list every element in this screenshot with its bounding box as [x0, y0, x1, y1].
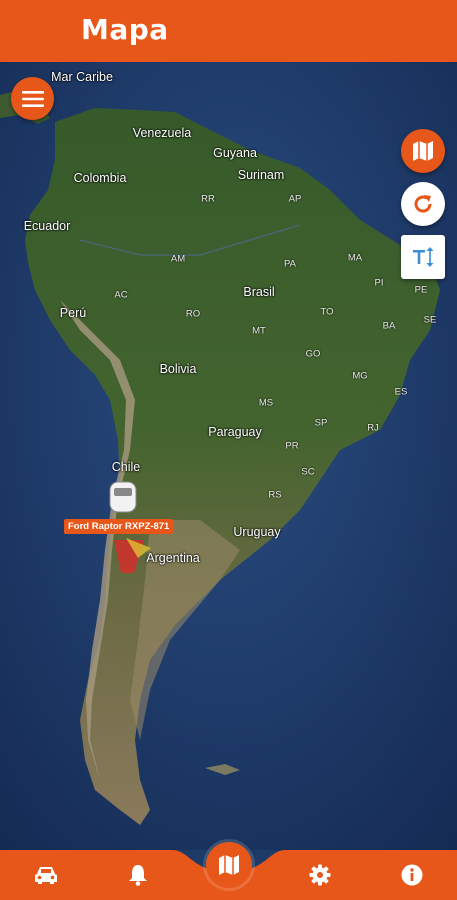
text-size-button[interactable] [401, 235, 445, 279]
text-size-icon [413, 247, 434, 267]
state-label: GO [305, 348, 321, 360]
map-icon [413, 141, 433, 161]
gear-icon [309, 864, 331, 886]
state-label: RO [185, 308, 201, 320]
state-label: ES [394, 386, 408, 398]
state-label: MA [347, 252, 363, 264]
map-layers-button[interactable] [401, 129, 445, 173]
state-label: PR [285, 440, 299, 452]
state-label: TO [320, 306, 334, 318]
nav-vehicles[interactable] [26, 850, 66, 900]
app-bar: Mapa [0, 0, 457, 62]
refresh-icon [414, 195, 432, 213]
state-label: SE [423, 314, 437, 326]
vehicle-label[interactable]: Ford Raptor RXPZ-871 [64, 519, 174, 534]
state-label: PE [414, 284, 428, 296]
nav-notifications[interactable] [118, 850, 158, 900]
state-label: AM [170, 253, 186, 265]
state-label: RR [201, 193, 215, 205]
car-icon [35, 867, 57, 884]
nav-map[interactable] [206, 842, 252, 888]
state-label: SP [314, 417, 328, 429]
menu-icon [21, 90, 44, 107]
info-icon [401, 864, 423, 886]
state-label: BA [382, 320, 396, 332]
state-label: AC [114, 289, 128, 301]
state-label: RJ [367, 422, 379, 434]
state-label: PI [374, 277, 384, 289]
menu-button[interactable] [11, 77, 54, 120]
state-labels: RRAPAMPAMACEPIACPEROTOBASEMTGOMGESMSSPRJ… [0, 62, 457, 850]
state-label: MG [352, 370, 368, 382]
state-label: MT [252, 325, 266, 337]
refresh-button[interactable] [401, 182, 445, 226]
state-label: MS [258, 397, 274, 409]
state-label: AP [288, 193, 302, 205]
map-view[interactable]: Mar Caribe Venezuela Guyana Colombia Surinam… [0, 62, 457, 850]
page-title: Mapa [81, 13, 169, 46]
nav-settings[interactable] [300, 850, 340, 900]
bell-icon [129, 865, 147, 886]
state-label: RS [268, 489, 282, 501]
state-label: PA [284, 258, 296, 270]
state-label: SC [301, 466, 315, 478]
map-icon [219, 855, 239, 875]
nav-info[interactable] [392, 850, 432, 900]
